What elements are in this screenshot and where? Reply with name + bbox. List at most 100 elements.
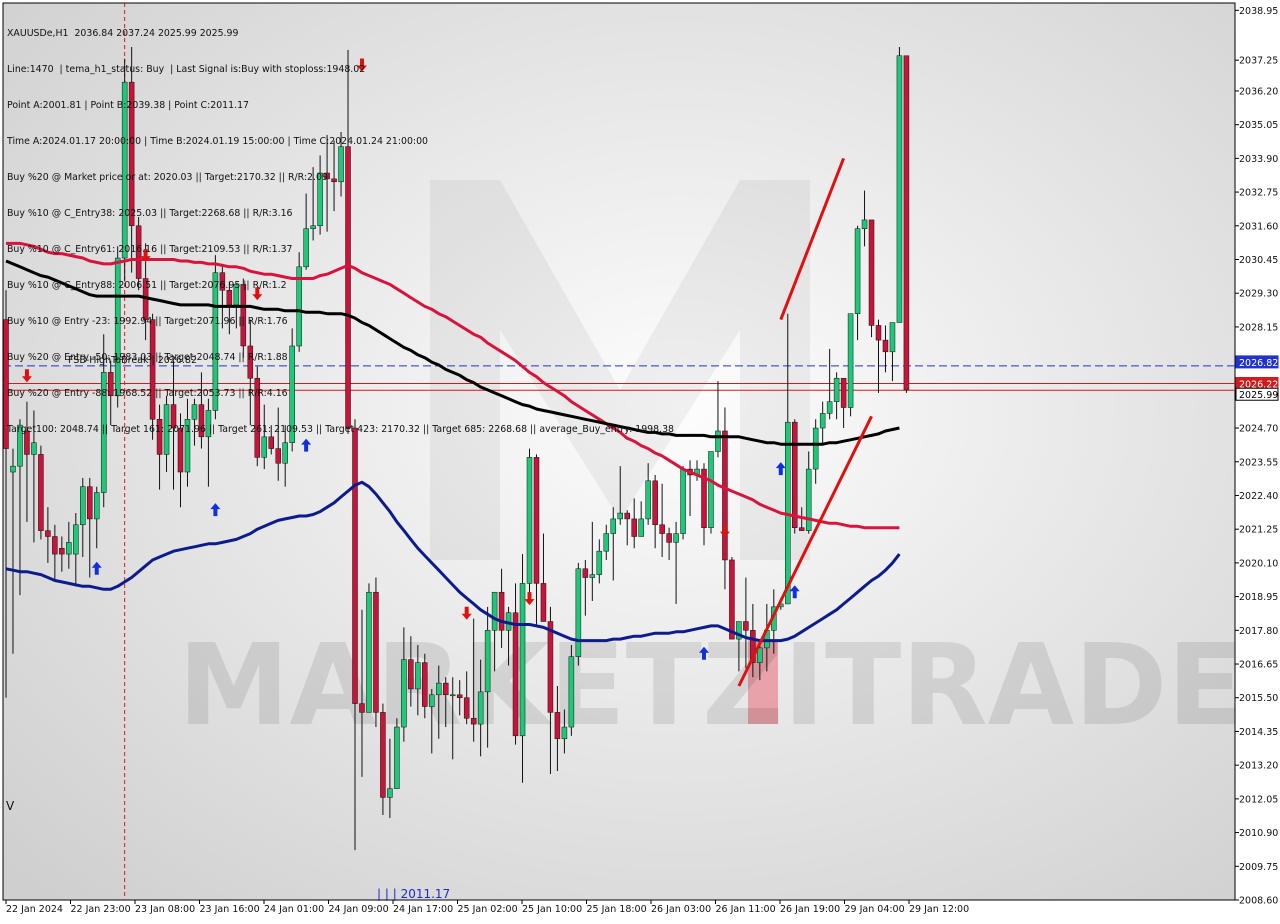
candle-body: [638, 518, 644, 537]
x-tick-label: 29 Jan 12:00: [909, 904, 969, 915]
candle-body: [366, 591, 372, 713]
candle-body: [826, 401, 833, 414]
candle-body: [680, 468, 686, 534]
candle-body: [512, 612, 519, 737]
y-tick-label: 2010.90: [1239, 828, 1278, 839]
candle-body: [66, 542, 72, 555]
candle-body: [387, 788, 393, 798]
candle-body: [52, 536, 58, 555]
candle-body: [603, 533, 610, 552]
candle-body: [875, 325, 882, 341]
candle-body: [575, 568, 582, 657]
candle-body: [582, 568, 589, 578]
candle-body: [540, 583, 547, 622]
candle-body: [729, 559, 735, 640]
y-tick-label: 2028.15: [1239, 322, 1278, 333]
info-line: XAUUSDe,H1 2036.84 2037.24 2025.99 2025.…: [7, 28, 239, 39]
candle-body: [45, 530, 51, 537]
y-tick-label: 2033.90: [1239, 154, 1278, 165]
candle-body: [610, 518, 617, 534]
x-tick-label: 26 Jan 19:00: [780, 904, 840, 915]
candle-body: [868, 219, 875, 326]
candle-body: [645, 480, 651, 520]
candle-body: [624, 512, 630, 520]
y-tick-label: 2012.05: [1239, 794, 1278, 805]
candle-body: [408, 659, 414, 690]
x-tick-label: 23 Jan 08:00: [135, 904, 195, 915]
candle-body: [80, 486, 86, 526]
x-tick-label: 26 Jan 11:00: [716, 904, 776, 915]
y-tick-label: 2016.65: [1239, 660, 1278, 671]
y-tick-label: 2035.05: [1239, 120, 1278, 131]
candle-body: [477, 691, 484, 725]
candle-body: [519, 583, 526, 737]
candle-body: [889, 322, 896, 353]
candle-body: [854, 228, 861, 314]
candle-body: [819, 413, 826, 429]
candle-body: [59, 547, 65, 555]
candle-body: [715, 430, 721, 452]
candle-body: [470, 718, 477, 725]
candle-body: [415, 662, 421, 690]
x-tick-label: 24 Jan 09:00: [329, 904, 389, 915]
x-tick-label: 25 Jan 18:00: [587, 904, 647, 915]
candle-body: [373, 591, 379, 713]
candle-body: [526, 457, 533, 584]
info-line: Buy %20 @ Entry -88: 1968.52 || Target:2…: [7, 388, 288, 399]
candle-body: [429, 694, 435, 707]
candle-body: [394, 726, 400, 789]
info-line: Buy %10 @ Entry -23: 1992.94 || Target:2…: [7, 316, 288, 327]
candle-body: [659, 524, 665, 534]
y-tick-label: 2015.50: [1239, 693, 1278, 704]
indicator-info-panel: XAUUSDe,H1 2036.84 2037.24 2025.99 2025.…: [7, 4, 674, 460]
x-tick-label: 22 Jan 2024: [6, 904, 63, 915]
price-tag-label: 2025.99: [1239, 390, 1278, 401]
candle-body: [38, 454, 44, 531]
v-marker-label: V: [6, 799, 15, 813]
info-line: Buy %10 @ C_Entry38: 2025.03 || Target:2…: [7, 208, 293, 219]
candle-body: [596, 550, 603, 575]
candle-body: [812, 427, 819, 470]
x-tick-label: 24 Jan 17:00: [393, 904, 453, 915]
candle-body: [352, 427, 358, 704]
y-tick-label: 2017.80: [1239, 626, 1278, 637]
candle-body: [652, 480, 658, 526]
candle-body: [436, 682, 442, 696]
info-line: Buy %20 @ Entry -50: 1983.03 || Target:2…: [7, 352, 288, 363]
candle-body: [533, 457, 540, 584]
candle-body: [10, 465, 16, 473]
y-tick-label: 2022.40: [1239, 491, 1278, 502]
y-tick-label: 2037.25: [1239, 56, 1278, 67]
candle-body: [617, 512, 623, 520]
y-tick-label: 2032.75: [1239, 188, 1278, 199]
candle-body: [903, 55, 910, 391]
y-tick-label: 2024.70: [1239, 424, 1278, 435]
y-tick-label: 2029.30: [1239, 289, 1278, 300]
y-tick-label: 2014.35: [1239, 727, 1278, 738]
candle-body: [547, 621, 554, 713]
candle-body: [791, 421, 798, 528]
candle-body: [359, 703, 365, 713]
info-line: Line:1470 | tema_h1_status: Buy | Last S…: [7, 64, 366, 75]
x-tick-label: 25 Jan 02:00: [458, 904, 518, 915]
x-tick-label: 29 Jan 04:00: [845, 904, 905, 915]
x-tick-label: 26 Jan 03:00: [651, 904, 711, 915]
x-tick-label: 25 Jan 10:00: [522, 904, 582, 915]
point-c-label: | | | 2011.17: [377, 887, 450, 901]
info-line: Time A:2024.01.17 20:00:00 | Time B:2024…: [7, 136, 428, 147]
y-tick-label: 2030.45: [1239, 255, 1278, 266]
y-tick-label: 2018.95: [1239, 592, 1278, 603]
y-tick-label: 2021.25: [1239, 525, 1278, 536]
candle-body: [498, 591, 505, 631]
candle-body: [87, 486, 93, 520]
candle-body: [449, 694, 456, 697]
candle-body: [561, 726, 568, 740]
price-tag-label: 2026.82: [1239, 358, 1278, 369]
candle-body: [491, 591, 498, 631]
info-line: Target100: 2048.74 || Target 161: 2071.9…: [7, 424, 675, 435]
info-line: Point A:2001.81 | Point B:2039.38 | Poin…: [7, 100, 250, 111]
candle-body: [722, 430, 728, 561]
candle-body: [882, 339, 889, 353]
y-tick-label: 2020.10: [1239, 558, 1278, 569]
candle-body: [631, 518, 637, 537]
